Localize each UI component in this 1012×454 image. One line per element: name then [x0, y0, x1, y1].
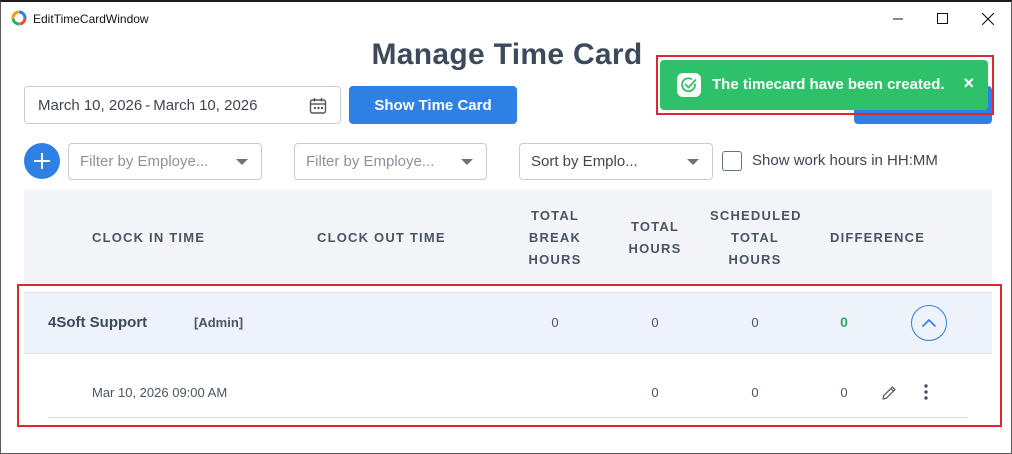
minimize-icon	[892, 18, 903, 20]
sort-select-value: Sort by Emplo...	[531, 153, 638, 170]
entry-total-hours: 0	[651, 385, 659, 400]
column-header-total-hours: TOTAL HOURS	[620, 216, 690, 260]
table-header: CLOCK IN TIME CLOCK OUT TIME TOTAL BREAK…	[24, 190, 992, 286]
chevron-up-icon	[922, 319, 936, 327]
toast-close-button[interactable]: ×	[963, 73, 974, 94]
header-line: HOURS	[528, 252, 582, 267]
employee-summary-row[interactable]: 4Soft Support [Admin] 0 0 0 0	[24, 292, 992, 354]
success-toast: The timecard have been created. ×	[660, 60, 988, 110]
close-icon	[982, 12, 994, 25]
column-header-scheduled-total-hours: SCHEDULED TOTAL HOURS	[710, 205, 802, 271]
employee-filter-2-placeholder: Filter by Employe...	[306, 153, 435, 170]
date-range-start: March 10, 2026	[38, 96, 143, 114]
header-line: TOTAL	[630, 219, 680, 234]
title-bar: EditTimeCardWindow	[1, 2, 1011, 35]
header-line: BREAK	[528, 230, 582, 245]
employee-filter-select[interactable]: Filter by Employe...	[68, 143, 262, 180]
plus-icon	[34, 153, 50, 169]
collapse-row-button[interactable]	[911, 305, 947, 341]
date-range-end: March 10, 2026	[153, 96, 258, 114]
column-header-total-break-hours: TOTAL BREAK HOURS	[519, 205, 591, 271]
calendar-icon[interactable]	[309, 97, 327, 115]
window-title: EditTimeCardWindow	[33, 12, 149, 26]
employee-name: 4Soft Support	[48, 314, 148, 331]
more-options-icon[interactable]	[918, 383, 934, 401]
entry-scheduled-hours: 0	[751, 385, 759, 400]
employee-break-hours: 0	[551, 315, 559, 330]
add-time-entry-button[interactable]	[24, 143, 60, 179]
column-header-clock-in: CLOCK IN TIME	[92, 230, 206, 245]
header-line: SCHEDULED	[710, 208, 802, 223]
entry-clock-in-time: Mar 10, 2026 09:00 AM	[92, 385, 228, 400]
chevron-down-icon	[236, 159, 248, 165]
hhmm-checkbox[interactable]	[722, 151, 742, 171]
column-header-difference: DIFFERENCE	[830, 230, 926, 245]
check-circle-icon	[677, 73, 701, 97]
close-window-button[interactable]	[965, 2, 1011, 35]
entry-difference: 0	[840, 385, 848, 400]
date-range-separator: -	[145, 96, 151, 114]
time-entry-row: Mar 10, 2026 09:00 AM 0 0 0	[48, 364, 968, 418]
sort-select[interactable]: Sort by Emplo...	[519, 143, 713, 180]
header-line: TOTAL	[530, 208, 580, 223]
edit-time-card-window: EditTimeCardWindow Manage Time Card Marc…	[0, 0, 1012, 454]
employee-scheduled-hours: 0	[751, 315, 759, 330]
chevron-down-icon	[461, 159, 473, 165]
app-logo-icon	[11, 10, 27, 26]
show-time-card-button[interactable]: Show Time Card	[349, 86, 517, 124]
header-line: HOURS	[728, 252, 782, 267]
employee-role-badge: [Admin]	[194, 315, 244, 330]
header-line: TOTAL	[730, 230, 780, 245]
date-range-picker[interactable]: March 10, 2026 - March 10, 2026	[24, 86, 341, 124]
hhmm-checkbox-label[interactable]: Show work hours in HH:MM	[752, 152, 938, 169]
header-line: HOURS	[628, 241, 682, 256]
employee-total-hours: 0	[651, 315, 659, 330]
employee-filter-placeholder: Filter by Employe...	[80, 153, 209, 170]
chevron-down-icon	[687, 159, 699, 165]
minimize-button[interactable]	[875, 2, 921, 35]
maximize-button[interactable]	[919, 2, 965, 35]
edit-pencil-icon[interactable]	[880, 384, 898, 402]
column-header-clock-out: CLOCK OUT TIME	[317, 230, 446, 245]
maximize-icon	[936, 13, 948, 24]
toast-message: The timecard have been created.	[712, 76, 945, 93]
employee-difference: 0	[840, 314, 848, 330]
employee-filter-select-2[interactable]: Filter by Employe...	[294, 143, 487, 180]
